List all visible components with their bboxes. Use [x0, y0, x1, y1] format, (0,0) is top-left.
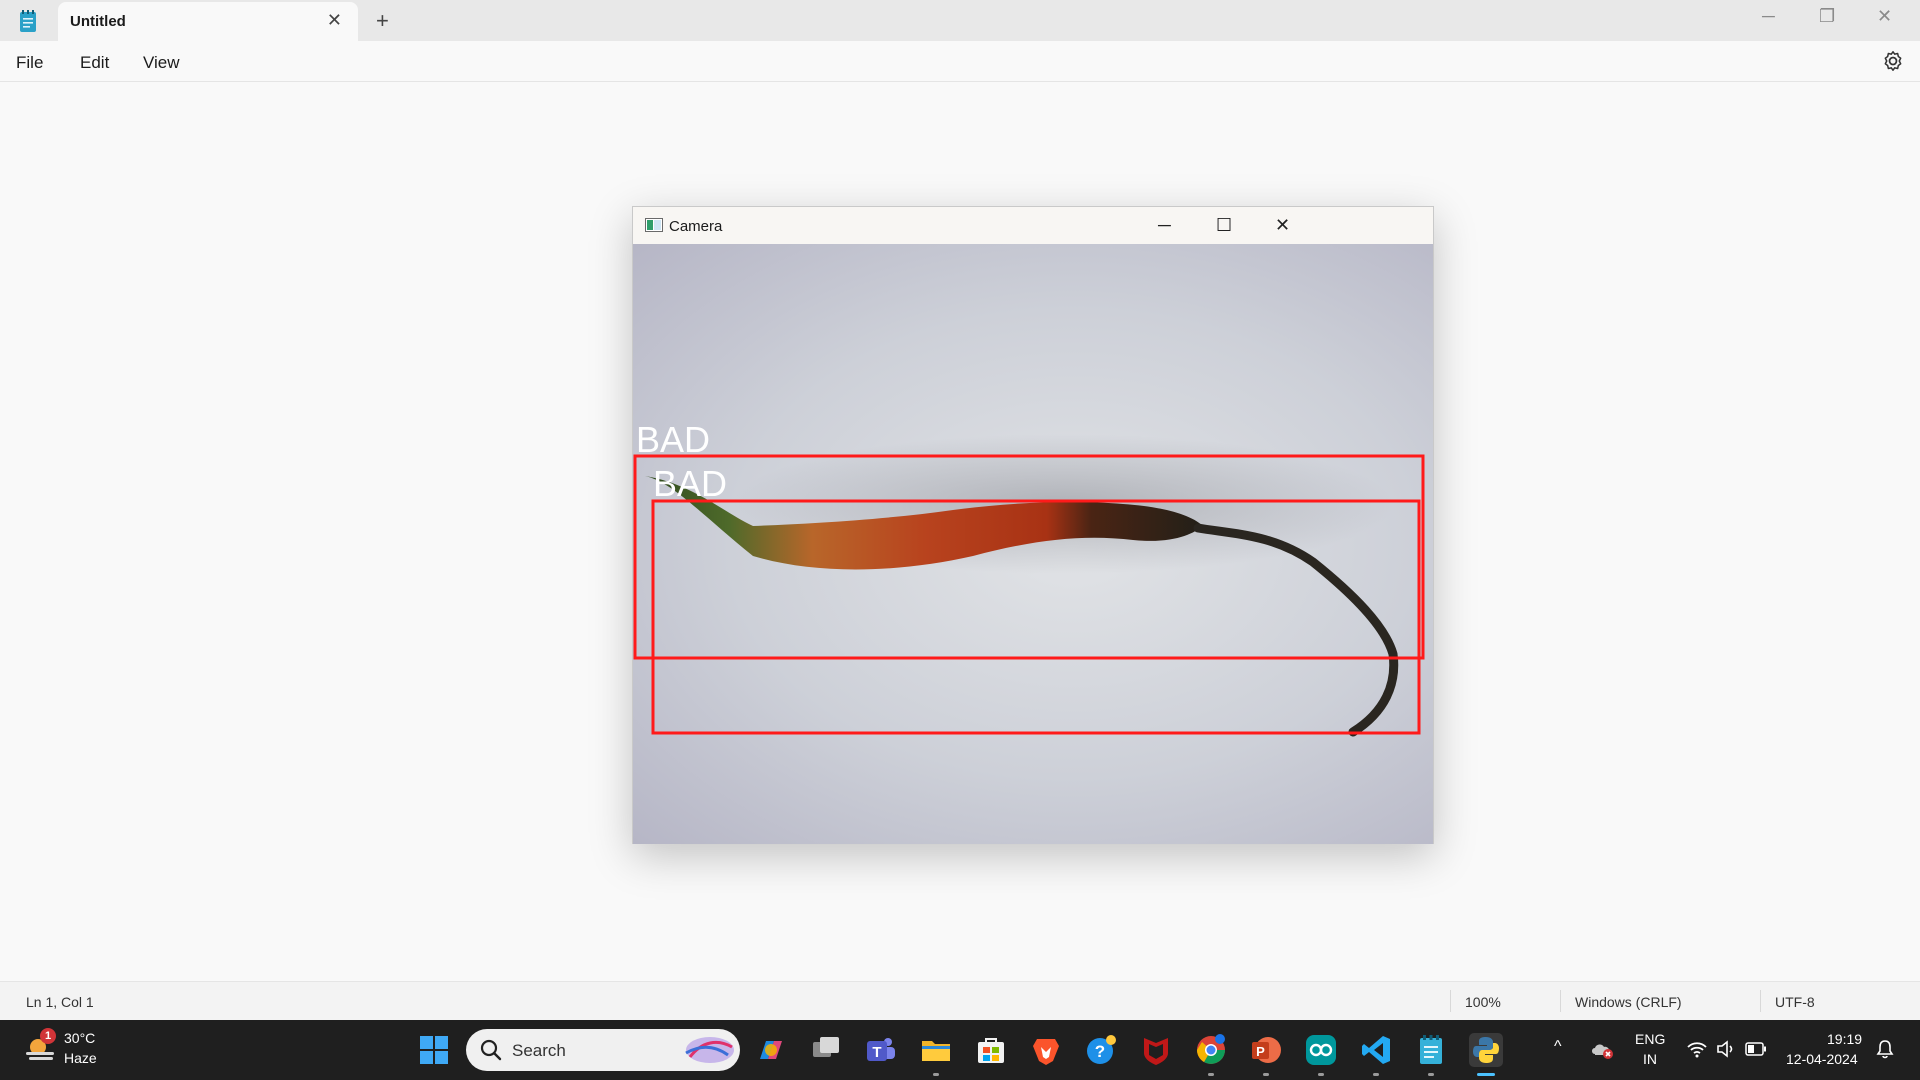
status-divider — [1560, 990, 1561, 1012]
battery-icon[interactable] — [1745, 1042, 1767, 1056]
volume-icon[interactable] — [1716, 1040, 1736, 1058]
camera-feed: BAD BAD — [633, 244, 1433, 844]
camera-window-title: Camera — [669, 218, 723, 235]
running-indicator — [1428, 1073, 1434, 1076]
active-indicator — [1477, 1073, 1495, 1076]
close-icon[interactable]: ✕ — [1275, 215, 1290, 236]
mcafee-icon[interactable] — [1139, 1033, 1173, 1067]
svg-text:T: T — [872, 1044, 881, 1061]
powerpoint-icon[interactable]: P — [1249, 1033, 1283, 1067]
status-divider — [1450, 990, 1451, 1012]
taskbar: 1 30°C Haze Search T ? P ^ ENG IN 19:19 … — [0, 1020, 1920, 1080]
detection-label: BAD — [636, 419, 710, 460]
menu-file[interactable]: File — [16, 53, 43, 73]
language-indicator[interactable]: ENG — [1635, 1031, 1665, 1047]
file-explorer-icon[interactable] — [919, 1033, 953, 1067]
camera-titlebar: Camera ─ ☐ ✕ — [633, 207, 1433, 244]
line-ending[interactable]: Windows (CRLF) — [1575, 994, 1682, 1010]
running-indicator — [1208, 1073, 1214, 1076]
running-indicator — [933, 1073, 939, 1076]
menu-view[interactable]: View — [143, 53, 180, 73]
store-icon[interactable] — [974, 1033, 1008, 1067]
brave-icon[interactable] — [1029, 1033, 1063, 1067]
copilot-icon[interactable] — [754, 1033, 788, 1067]
detection-label: BAD — [653, 463, 727, 504]
weather-badge: 1 — [40, 1028, 56, 1044]
status-bar: Ln 1, Col 1 100% Windows (CRLF) UTF-8 — [0, 981, 1920, 1020]
chevron-up-icon[interactable]: ^ — [1554, 1038, 1562, 1056]
gear-icon[interactable] — [1880, 48, 1906, 74]
restore-icon[interactable]: ❐ — [1819, 6, 1835, 27]
chrome-icon[interactable] — [1194, 1033, 1228, 1067]
status-divider — [1760, 990, 1761, 1012]
menu-bar: File Edit View — [0, 41, 1920, 82]
cursor-position: Ln 1, Col 1 — [26, 994, 94, 1010]
encoding[interactable]: UTF-8 — [1775, 994, 1815, 1010]
notification-bell-icon[interactable] — [1876, 1039, 1894, 1059]
region-indicator[interactable]: IN — [1643, 1051, 1657, 1067]
wifi-icon[interactable] — [1686, 1040, 1708, 1058]
taskbar-search[interactable]: Search — [466, 1029, 740, 1071]
notepad-titlebar: Untitled ✕ + ─ ❐ ✕ — [0, 0, 1920, 41]
plus-icon[interactable]: + — [376, 8, 389, 34]
weather-temperature: 30°C — [64, 1030, 96, 1046]
notepad-app-icon — [20, 10, 36, 32]
tab-title: Untitled — [70, 13, 126, 30]
zoom-level[interactable]: 100% — [1465, 994, 1501, 1010]
tab-close-icon[interactable]: ✕ — [327, 10, 342, 31]
running-indicator — [1373, 1073, 1379, 1076]
start-icon[interactable] — [417, 1033, 451, 1067]
minimize-icon[interactable]: ─ — [1158, 215, 1171, 236]
camera-window: Camera ─ ☐ ✕ BAD BAD — [632, 206, 1434, 844]
svg-text:?: ? — [1095, 1042, 1105, 1061]
search-icon — [480, 1039, 502, 1061]
clock-date[interactable]: 12-04-2024 — [1786, 1051, 1858, 1067]
running-indicator — [1318, 1073, 1324, 1076]
menu-edit[interactable]: Edit — [80, 53, 109, 73]
maximize-icon[interactable]: ☐ — [1216, 215, 1232, 236]
close-icon[interactable]: ✕ — [1877, 6, 1892, 27]
arduino-icon[interactable] — [1304, 1033, 1338, 1067]
svg-text:P: P — [1256, 1044, 1265, 1059]
vscode-icon[interactable] — [1359, 1033, 1393, 1067]
camera-window-icon — [645, 218, 663, 232]
notepad-icon[interactable] — [1414, 1033, 1448, 1067]
search-placeholder: Search — [512, 1041, 566, 1060]
clock-time[interactable]: 19:19 — [1827, 1031, 1862, 1047]
onedrive-error-icon[interactable] — [1590, 1038, 1614, 1060]
camera-frame: BAD BAD — [633, 419, 1425, 737]
weather-condition: Haze — [64, 1050, 97, 1066]
task-view-icon[interactable] — [809, 1033, 843, 1067]
running-indicator — [1263, 1073, 1269, 1076]
search-highlight-icon — [685, 1037, 734, 1063]
teams-icon[interactable]: T — [864, 1033, 898, 1067]
tab-untitled[interactable]: Untitled ✕ — [58, 2, 358, 41]
help-icon[interactable]: ? — [1084, 1033, 1118, 1067]
python-icon[interactable] — [1469, 1033, 1503, 1067]
minimize-icon[interactable]: ─ — [1762, 6, 1775, 27]
